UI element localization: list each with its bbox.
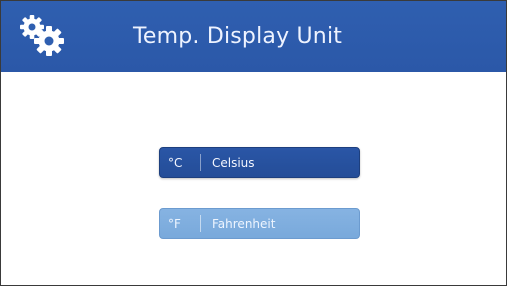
fahrenheit-divider: [200, 215, 201, 232]
gears-icon: [20, 15, 64, 56]
temp-display-unit-screen: Temp. Display Unit °C Celsius °F Fahrenh…: [0, 0, 507, 286]
celsius-option-button[interactable]: °C Celsius: [159, 147, 360, 178]
fahrenheit-option-button[interactable]: °F Fahrenheit: [159, 208, 360, 239]
celsius-symbol: °C: [168, 155, 183, 170]
fahrenheit-symbol: °F: [168, 216, 181, 231]
header-bar: Temp. Display Unit: [1, 1, 506, 72]
celsius-divider: [200, 154, 201, 171]
celsius-label: Celsius: [212, 155, 255, 170]
page-title: Temp. Display Unit: [133, 24, 343, 49]
fahrenheit-label: Fahrenheit: [212, 216, 276, 231]
